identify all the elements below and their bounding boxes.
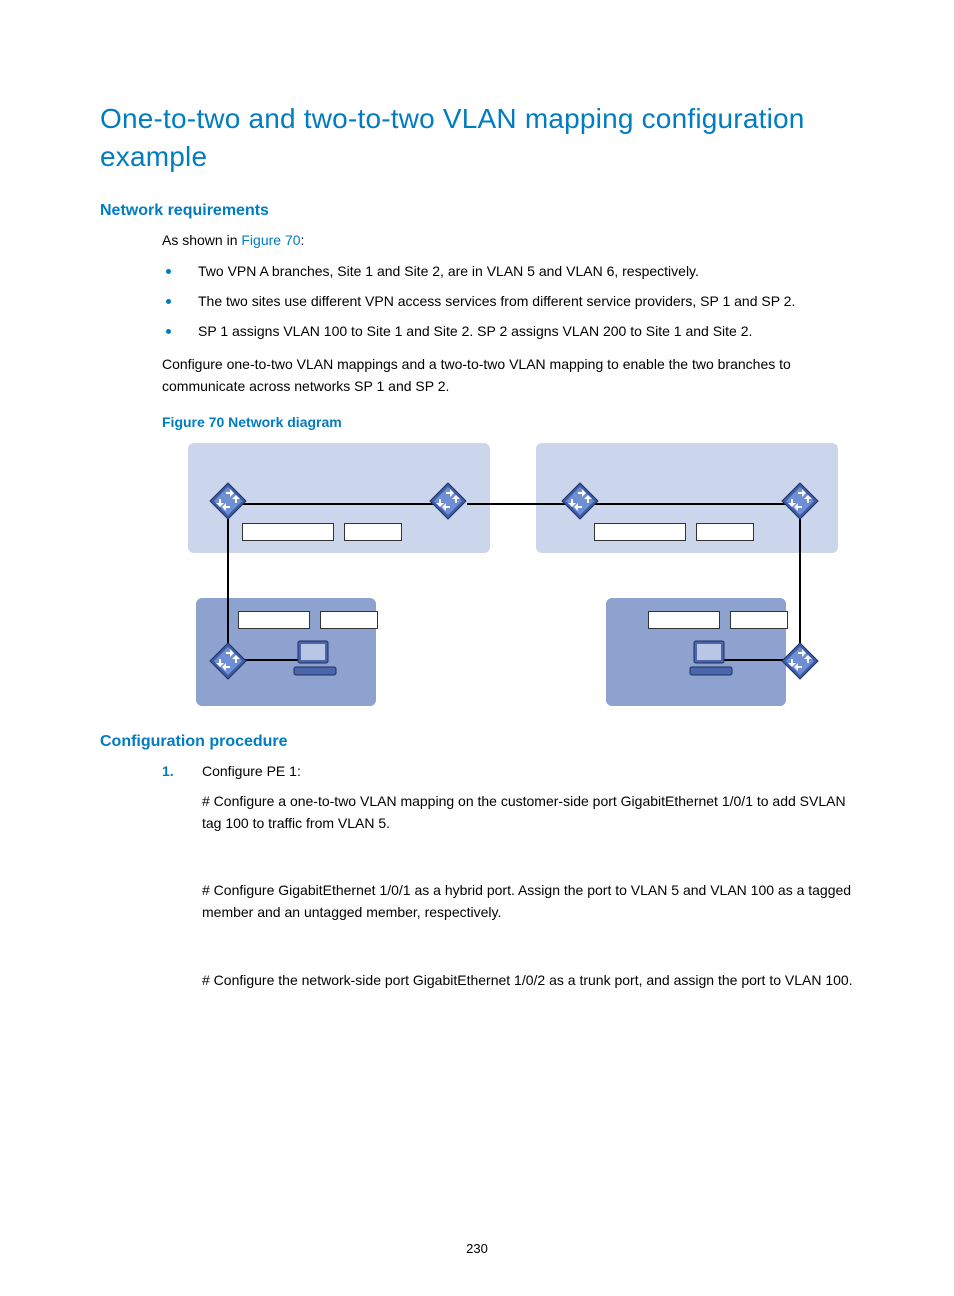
intro-prefix: As shown in xyxy=(162,232,241,248)
diagram-label-box xyxy=(238,611,310,629)
switch-icon xyxy=(780,641,820,681)
diagram-label-box xyxy=(594,523,686,541)
procedure-list: Configure PE 1: # Configure a one-to-two… xyxy=(162,761,864,991)
summary-paragraph: Configure one-to-two VLAN mappings and a… xyxy=(162,354,864,397)
wire xyxy=(799,503,801,661)
requirements-list: Two VPN A branches, Site 1 and Site 2, a… xyxy=(162,261,864,342)
diagram-label-box xyxy=(242,523,334,541)
configuration-body: Configure PE 1: # Configure a one-to-two… xyxy=(162,761,864,991)
wire xyxy=(579,503,799,505)
figure-caption: Figure 70 Network diagram xyxy=(162,412,864,434)
diagram-label-box xyxy=(696,523,754,541)
diagram-label-box xyxy=(730,611,788,629)
intro-line: As shown in Figure 70: xyxy=(162,230,864,252)
wire xyxy=(227,503,229,661)
procedure-step: Configure PE 1: # Configure a one-to-two… xyxy=(162,761,864,991)
figure-link[interactable]: Figure 70 xyxy=(241,232,300,248)
switch-icon xyxy=(208,641,248,681)
computer-icon xyxy=(292,639,338,679)
switch-icon xyxy=(560,481,600,521)
page-number: 230 xyxy=(0,1241,954,1256)
section-heading-network-requirements: Network requirements xyxy=(100,202,864,220)
network-requirements-body: As shown in Figure 70: Two VPN A branche… xyxy=(162,230,864,714)
step-title: Configure PE 1: xyxy=(202,761,864,783)
page-title: One-to-two and two-to-two VLAN mapping c… xyxy=(100,100,864,176)
page: One-to-two and two-to-two VLAN mapping c… xyxy=(0,0,954,1296)
section-heading-configuration-procedure: Configuration procedure xyxy=(100,733,864,751)
diagram-label-box xyxy=(344,523,402,541)
switch-icon xyxy=(428,481,468,521)
list-item: The two sites use different VPN access s… xyxy=(162,291,864,313)
step-body: # Configure a one-to-two VLAN mapping on… xyxy=(202,791,864,991)
step-paragraph: # Configure a one-to-two VLAN mapping on… xyxy=(202,791,864,834)
wire xyxy=(227,503,447,505)
intro-suffix: : xyxy=(301,232,305,248)
switch-icon xyxy=(208,481,248,521)
step-paragraph: # Configure the network-side port Gigabi… xyxy=(202,970,864,992)
list-item: Two VPN A branches, Site 1 and Site 2, a… xyxy=(162,261,864,283)
diagram-label-box xyxy=(648,611,720,629)
network-diagram xyxy=(184,443,844,713)
diagram-label-box xyxy=(320,611,378,629)
computer-icon xyxy=(688,639,734,679)
switch-icon xyxy=(780,481,820,521)
list-item: SP 1 assigns VLAN 100 to Site 1 and Site… xyxy=(162,321,864,343)
step-paragraph: # Configure GigabitEthernet 1/0/1 as a h… xyxy=(202,880,864,923)
